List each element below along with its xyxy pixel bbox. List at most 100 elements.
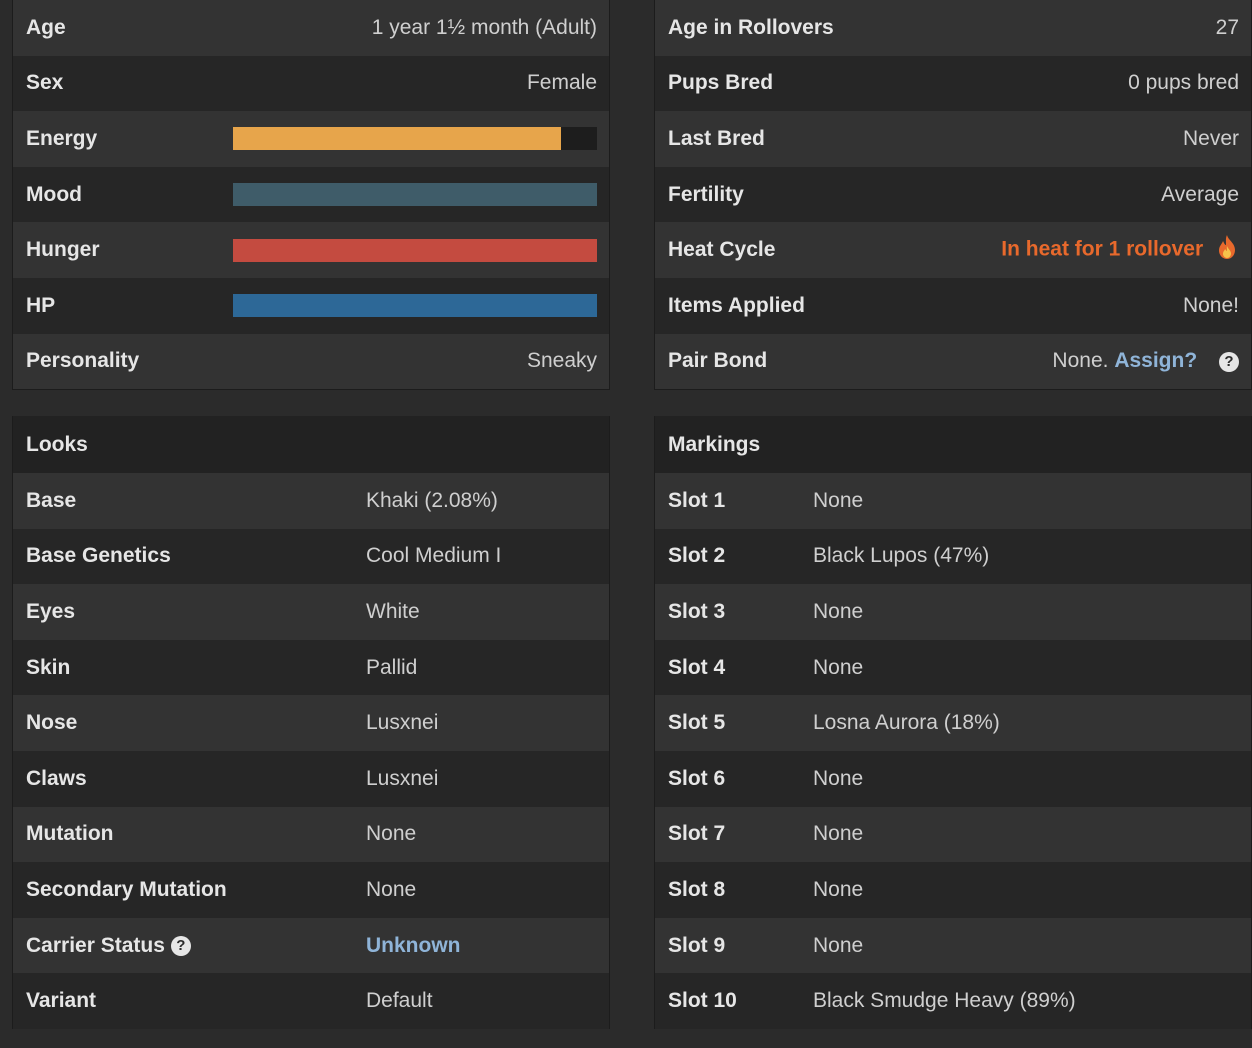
heat-cycle-value: In heat for 1 rollover xyxy=(1001,234,1239,266)
energy-bar xyxy=(233,127,597,151)
marking-row-label: Slot 9 xyxy=(668,933,726,957)
looks-row-value: Default xyxy=(366,989,433,1013)
marking-row: Slot 8 None xyxy=(655,862,1251,918)
stat-label: Mood xyxy=(26,182,82,206)
question-circle-icon[interactable]: ? xyxy=(170,935,191,956)
stat-value: Average xyxy=(1161,182,1239,206)
looks-row: Base Khaki (2.08%) xyxy=(13,473,609,529)
stat-value: 27 xyxy=(1215,15,1239,39)
marking-row-label: Slot 8 xyxy=(668,877,726,901)
stat-label: Age in Rollovers xyxy=(668,15,834,39)
looks-header: Looks xyxy=(13,416,609,473)
looks-row: Claws Lusxnei xyxy=(13,750,609,807)
stat-row-last-bred: Last Bred Never xyxy=(655,111,1251,167)
marking-row-label: Slot 6 xyxy=(668,766,726,790)
looks-row: Secondary Mutation None xyxy=(13,862,609,918)
looks-row-label: Base xyxy=(26,488,77,512)
section-title: Looks xyxy=(26,432,88,456)
looks-row-label: Claws xyxy=(26,766,87,790)
hp-bar-fill xyxy=(233,294,597,318)
marking-row: Slot 10 Black Smudge Heavy (89%) xyxy=(655,973,1251,1029)
marking-row: Slot 2 Black Lupos (47%) xyxy=(655,528,1251,585)
marking-row: Slot 5 Losna Aurora (18%) xyxy=(655,695,1251,751)
looks-row: Mutation None xyxy=(13,806,609,863)
stat-row-age: Age 1 year 1½ month (Adult) xyxy=(13,0,609,56)
marking-row-label: Slot 10 xyxy=(668,989,737,1013)
stat-label: Last Bred xyxy=(668,126,765,150)
marking-row-label: Slot 1 xyxy=(668,488,726,512)
stat-row-heat-cycle: Heat Cycle In heat for 1 rollover xyxy=(655,222,1251,278)
stat-label: Pair Bond xyxy=(668,349,768,373)
looks-row: Eyes White xyxy=(13,584,609,640)
marking-row-value: Losna Aurora (18%) xyxy=(813,711,1000,735)
pair-bond-status: None. xyxy=(1052,349,1109,373)
stat-value: Never xyxy=(1182,126,1239,150)
marking-row-label: Slot 4 xyxy=(668,655,726,679)
marking-row-value: None xyxy=(813,822,864,846)
stat-row-pups-bred: Pups Bred 0 pups bred xyxy=(655,55,1251,112)
looks-row-value: Khaki (2.08%) xyxy=(366,488,498,512)
stat-row-mood: Mood xyxy=(13,166,609,223)
stat-row-energy: Energy xyxy=(13,111,609,167)
marking-row-value: None xyxy=(813,488,864,512)
stat-value: None! xyxy=(1182,293,1239,317)
stat-label: Hunger xyxy=(26,238,100,262)
stat-label: Heat Cycle xyxy=(668,238,776,262)
marking-row: Slot 1 None xyxy=(655,473,1251,529)
looks-row-label: Eyes xyxy=(26,599,76,623)
marking-row-value: Black Smudge Heavy (89%) xyxy=(813,989,1076,1013)
looks-row-value[interactable]: Unknown xyxy=(366,934,461,958)
looks-row: Variant Default xyxy=(13,973,609,1029)
looks-row: Base Genetics Cool Medium I xyxy=(13,528,609,585)
looks-row-value: None xyxy=(366,822,417,846)
looks-row-value: Lusxnei xyxy=(366,766,439,790)
assign-link[interactable]: Assign? xyxy=(1114,349,1197,372)
stat-value: 1 year 1½ month (Adult) xyxy=(371,15,597,39)
stat-label: Personality xyxy=(26,349,140,373)
marking-row: Slot 7 None xyxy=(655,806,1251,863)
stat-value: 0 pups bred xyxy=(1128,71,1239,95)
marking-row-label: Slot 2 xyxy=(668,544,726,568)
stat-value: Sneaky xyxy=(526,349,597,373)
marking-row-value: None xyxy=(813,933,864,957)
stat-label: Fertility xyxy=(668,182,744,206)
stat-label: Items Applied xyxy=(668,293,805,317)
stat-label: Age xyxy=(26,15,66,39)
looks-row-value: Cool Medium I xyxy=(366,544,502,568)
stat-label: Energy xyxy=(26,126,98,150)
looks-row-value: White xyxy=(366,599,420,623)
stat-row-items-applied: Items Applied None! xyxy=(655,277,1251,334)
marking-row: Slot 3 None xyxy=(655,584,1251,640)
marking-row: Slot 9 None xyxy=(655,917,1251,974)
looks-row: Carrier Status? Unknown xyxy=(13,917,609,974)
marking-row-value: None xyxy=(813,766,864,790)
marking-row-value: None xyxy=(813,655,864,679)
stat-row-hunger: Hunger xyxy=(13,222,609,278)
stats-panel-right: Age in Rollovers 27 Pups Bred 0 pups bre… xyxy=(654,0,1252,391)
looks-row: Skin Pallid xyxy=(13,639,609,696)
looks-row-label: Variant xyxy=(26,989,97,1013)
stats-panel-left: Age 1 year 1½ month (Adult) Sex Female E… xyxy=(12,0,610,391)
marking-row-value: Black Lupos (47%) xyxy=(813,544,990,568)
marking-row-value: None xyxy=(813,599,864,623)
fire-icon xyxy=(1215,234,1239,266)
stat-row-pair-bond: Pair Bond None. Assign? ? xyxy=(655,333,1251,390)
stat-row-fertility: Fertility Average xyxy=(655,166,1251,223)
looks-panel: Looks Base Khaki (2.08%) Base Genetics Cool… xyxy=(12,416,610,1029)
looks-row-label: Carrier Status xyxy=(26,933,165,957)
stat-label: Pups Bred xyxy=(668,71,774,95)
heat-status: In heat for 1 rollover xyxy=(1001,237,1204,261)
stat-row-sex: Sex Female xyxy=(13,55,609,112)
question-circle-icon[interactable]: ? xyxy=(1219,351,1239,372)
marking-row-value: None xyxy=(813,877,864,901)
looks-row-value: Pallid xyxy=(366,655,418,679)
hunger-bar xyxy=(233,238,597,262)
marking-row-label: Slot 5 xyxy=(668,711,726,735)
looks-row: Nose Lusxnei xyxy=(13,695,609,751)
mood-bar-fill xyxy=(233,183,597,207)
stat-value: Female xyxy=(526,71,597,95)
looks-row-label: Skin xyxy=(26,655,71,679)
marking-row-label: Slot 3 xyxy=(668,599,726,623)
stat-label: HP xyxy=(26,293,56,317)
marking-row: Slot 4 None xyxy=(655,639,1251,696)
